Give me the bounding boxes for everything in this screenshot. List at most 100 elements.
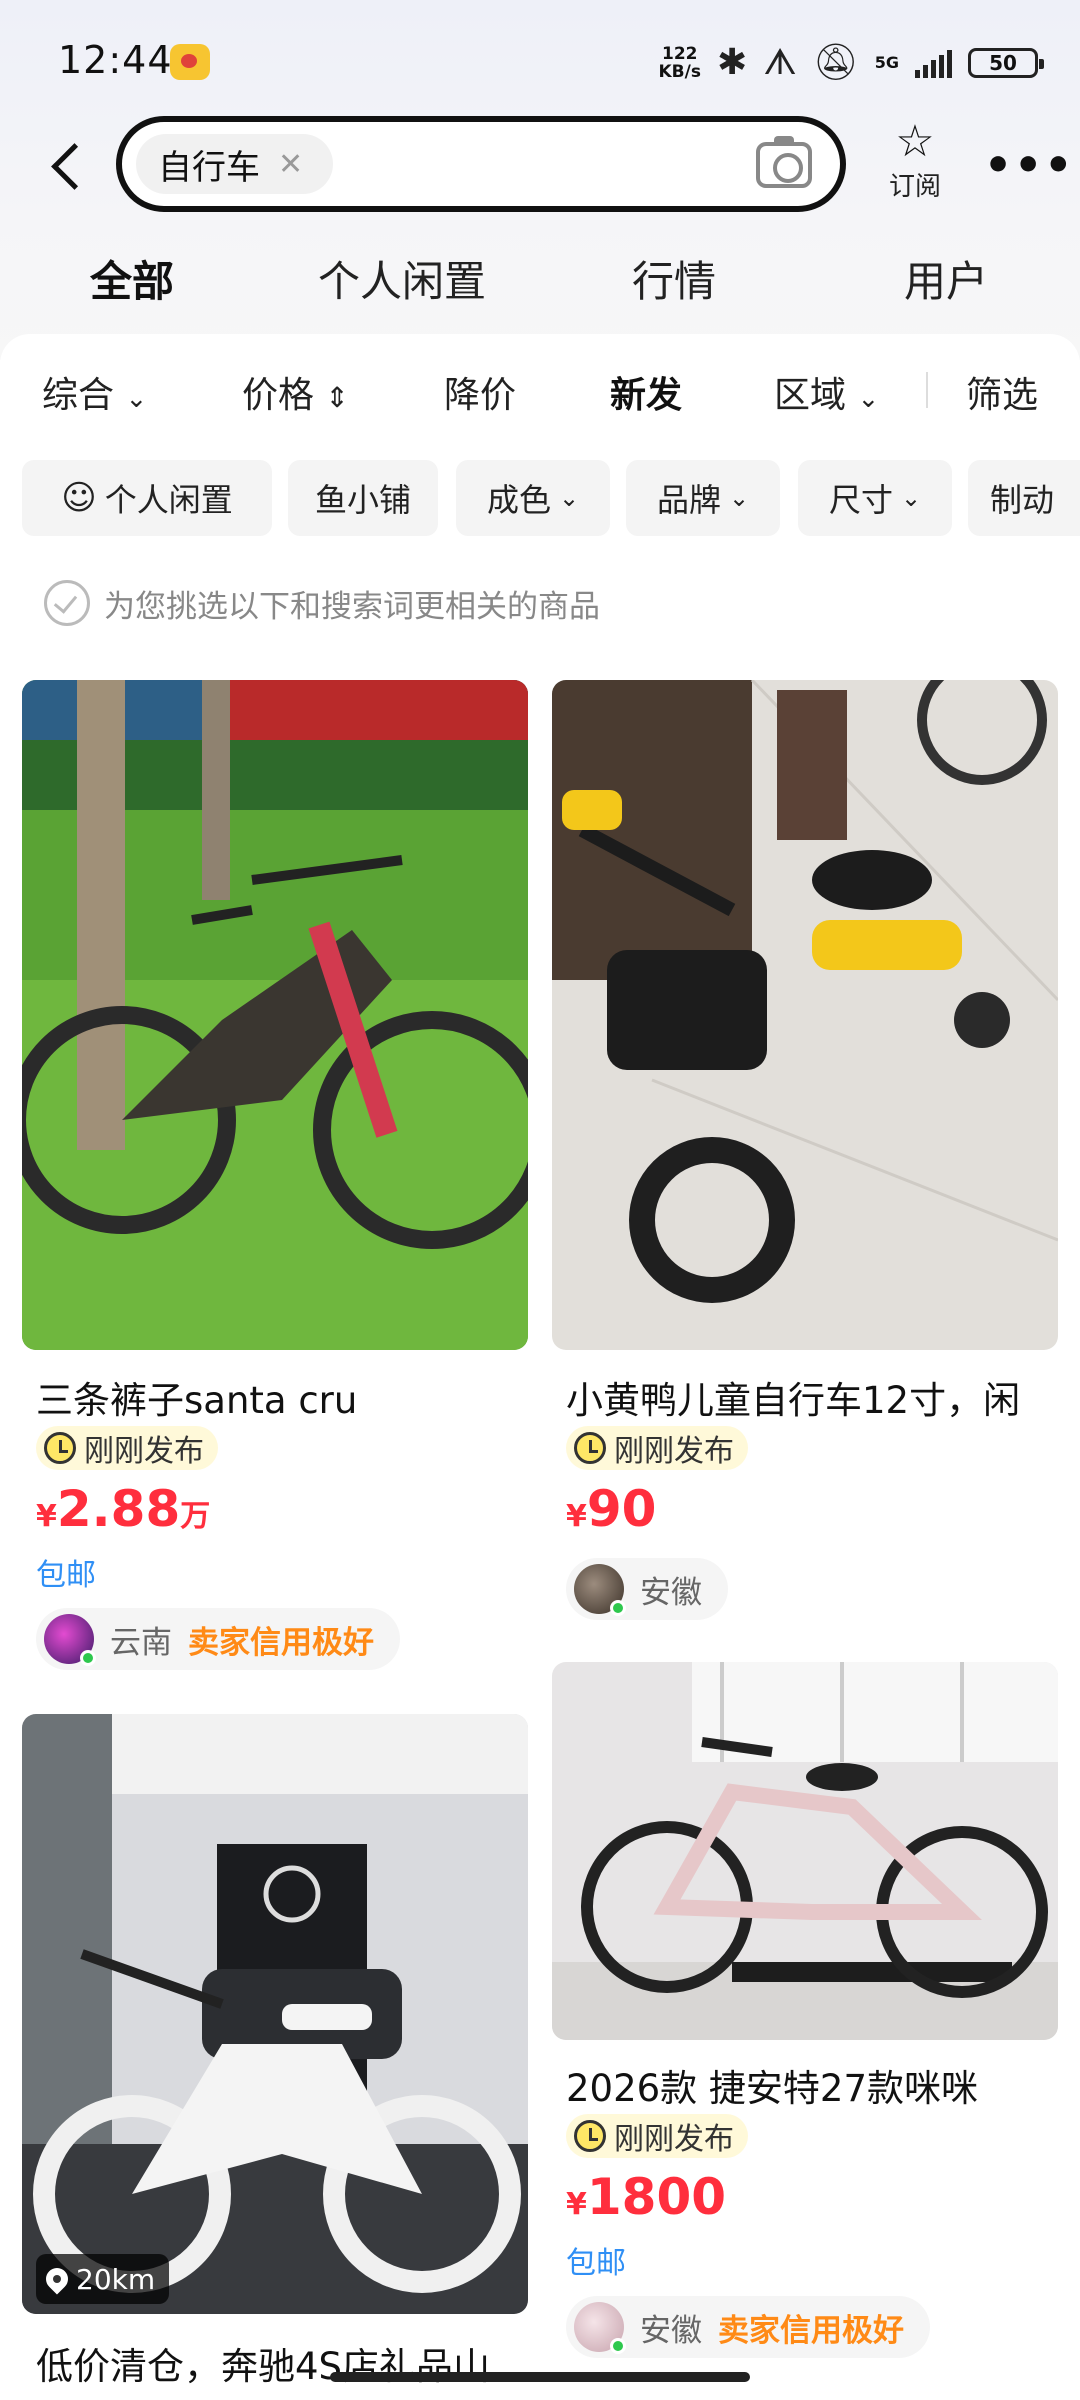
check-circle-icon <box>44 580 90 626</box>
filter-chip-label: 尺寸 <box>828 481 893 519</box>
product-card[interactable]: 20km 低价清仓，奔驰4S店礼品山 <box>22 1714 528 2400</box>
sort-price-drop[interactable]: 降价 <box>444 366 516 418</box>
freshness-badge: 刚刚发布 <box>566 2114 748 2158</box>
distance-value: 20km <box>76 2262 156 2296</box>
product-image-mercedes-bike[interactable] <box>22 1714 528 2314</box>
seller-credit-badge: 卖家信用极好 <box>718 2312 904 2349</box>
filter-button[interactable]: 筛选 <box>966 366 1038 418</box>
sort-price-label: 价格 <box>242 375 315 416</box>
category-tabs: 全部 个人闲置 行情 用户 <box>0 248 1080 318</box>
filter-chip-brake[interactable]: 制动 <box>968 460 1080 536</box>
network-speed-value: 122 <box>661 44 698 64</box>
filter-chip-shop[interactable]: 鱼小铺 <box>288 460 438 536</box>
weibo-notification-icon <box>170 44 210 80</box>
search-input[interactable]: 自行车 ✕ <box>116 116 846 212</box>
filter-chip-size[interactable]: 尺寸 ⌄ <box>798 460 952 536</box>
clock-time: 12:44 <box>58 38 173 82</box>
battery-icon: 50 <box>968 48 1044 78</box>
filter-chip-brand[interactable]: 品牌 ⌄ <box>626 460 780 536</box>
filter-chip-label: 鱼小铺 <box>314 481 411 519</box>
tab-market[interactable]: 行情 <box>632 248 716 309</box>
filter-chip-personal[interactable]: ☺ 个人闲置 <box>22 460 272 536</box>
avatar <box>44 1614 96 1666</box>
person-icon: ☺ <box>61 478 97 518</box>
product-title[interactable]: 小黄鸭儿童自行车12寸，闲 <box>566 1370 1052 1424</box>
network-type: 5G <box>874 53 899 72</box>
product-card[interactable]: 小黄鸭儿童自行车12寸，闲 刚刚发布 ¥90 安徽 <box>552 680 1058 1620</box>
free-shipping-tag: 包邮 <box>566 2246 626 2281</box>
seller-region: 安徽 <box>640 2312 702 2349</box>
filter-chip-label: 品牌 <box>656 481 721 519</box>
freshness-badge: 刚刚发布 <box>36 1426 218 1470</box>
product-title[interactable]: 2026款 捷安特27款咪咪 <box>566 2058 1052 2112</box>
divider <box>926 372 928 408</box>
clear-keyword-icon[interactable]: ✕ <box>278 147 303 182</box>
free-shipping-tag: 包邮 <box>36 1558 96 1593</box>
online-dot <box>610 2338 626 2354</box>
sort-general-label: 综合 <box>42 375 115 416</box>
product-image-kids-bike[interactable] <box>552 680 1058 1350</box>
chevron-down-icon: ⌄ <box>558 484 580 512</box>
price-value: 1800 <box>586 2168 727 2226</box>
currency-symbol: ¥ <box>36 1499 57 1534</box>
chevron-down-icon: ⌄ <box>125 384 148 414</box>
product-image-mountain-bike[interactable] <box>22 680 528 1350</box>
sort-price[interactable]: 价格 ⇕ <box>242 366 349 418</box>
network-speed-unit: KB/s <box>658 62 701 82</box>
seller-info[interactable]: 云南 卖家信用极好 <box>36 1608 400 1670</box>
online-dot <box>80 1650 96 1666</box>
sort-newest[interactable]: 新发 <box>610 366 682 418</box>
product-price: ¥90 <box>566 1480 656 1538</box>
avatar <box>574 2302 626 2354</box>
filter-chip-label: 个人闲置 <box>104 481 233 519</box>
tab-users[interactable]: 用户 <box>904 248 988 309</box>
clock-icon <box>574 1432 606 1464</box>
price-value: 90 <box>586 1480 657 1538</box>
filter-chip-label: 成色 <box>486 481 551 519</box>
network-speed: 122 KB/s <box>659 45 701 81</box>
sort-general[interactable]: 综合 ⌄ <box>42 366 147 418</box>
seller-region: 安徽 <box>640 1574 702 1611</box>
tab-all[interactable]: 全部 <box>85 248 179 309</box>
seller-info[interactable]: 安徽 卖家信用极好 <box>566 2296 930 2358</box>
search-keyword: 自行车 <box>158 147 260 188</box>
more-options-icon[interactable]: ••• <box>984 140 1074 191</box>
freshness-badge: 刚刚发布 <box>566 1426 748 1470</box>
subscribe-label: 订阅 <box>888 172 941 202</box>
product-card[interactable]: 三条裤子santa cru 刚刚发布 ¥2.88万 包邮 云南 卖家信用极好 <box>22 680 528 1670</box>
seller-credit-badge: 卖家信用极好 <box>188 1624 374 1661</box>
product-image-pink-bike[interactable] <box>552 1662 1058 2040</box>
distance-badge: 20km <box>36 2254 170 2304</box>
location-pin-icon <box>41 2263 73 2295</box>
home-indicator[interactable] <box>330 2372 750 2382</box>
sort-region[interactable]: 区域 ⌄ <box>774 366 879 418</box>
tab-personal-idle[interactable]: 个人闲置 <box>318 248 486 309</box>
signal-bars-icon <box>915 48 952 78</box>
search-keyword-chip[interactable]: 自行车 ✕ <box>136 134 334 194</box>
mute-bell-icon: 🔕︎ <box>813 42 859 83</box>
subscribe-star-icon: ☆ <box>895 116 935 167</box>
clock-icon <box>44 1432 76 1464</box>
back-button[interactable] <box>46 130 86 200</box>
currency-symbol: ¥ <box>566 1499 587 1534</box>
relevance-hint: 为您挑选以下和搜索词更相关的商品 <box>44 580 600 626</box>
product-card[interactable]: 2026款 捷安特27款咪咪 刚刚发布 ¥1800 包邮 安徽 卖家信用极好 <box>552 1662 1058 2400</box>
sort-updown-icon: ⇕ <box>325 381 349 414</box>
camera-search-icon[interactable] <box>756 136 812 188</box>
filter-chip-condition[interactable]: 成色 ⌄ <box>456 460 610 536</box>
chevron-down-icon: ⌄ <box>900 484 922 512</box>
battery-level: 50 <box>989 51 1017 75</box>
product-title[interactable]: 三条裤子santa cru <box>36 1370 522 1424</box>
product-price: ¥2.88万 <box>36 1480 210 1538</box>
price-value: 2.88 <box>56 1480 181 1538</box>
freshness-label: 刚刚发布 <box>84 1434 204 1469</box>
vibrate-icon: ᗑ <box>763 42 798 83</box>
subscribe-button[interactable]: ☆ 订阅 <box>880 118 950 203</box>
bluetooth-icon: ✱ <box>716 42 748 83</box>
product-price: ¥1800 <box>566 2168 726 2226</box>
clock-icon <box>574 2120 606 2152</box>
seller-info[interactable]: 安徽 <box>566 1558 728 1620</box>
sort-region-label: 区域 <box>774 375 847 416</box>
chevron-down-icon: ⌄ <box>728 484 750 512</box>
online-dot <box>610 1600 626 1616</box>
